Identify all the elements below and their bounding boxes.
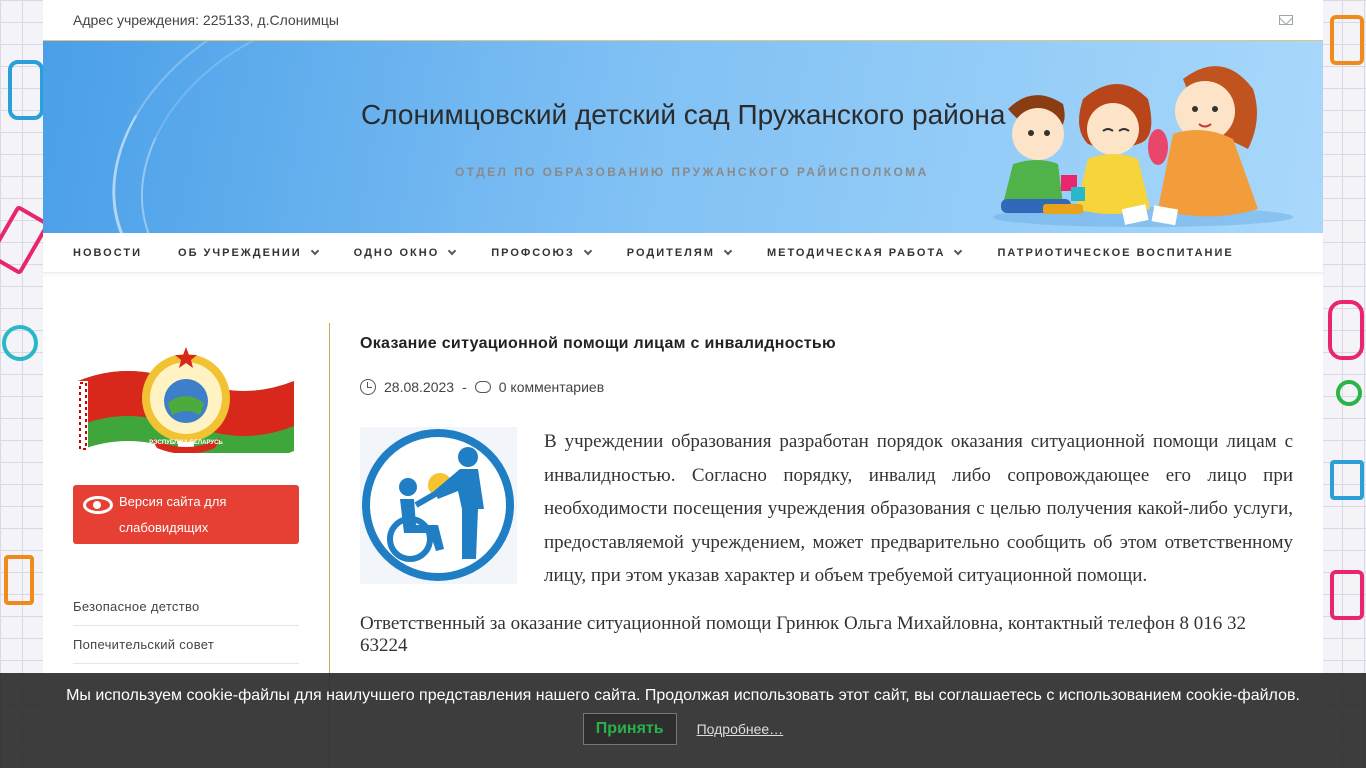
- nav-item-label: МЕТОДИЧЕСКАЯ РАБОТА: [766, 246, 946, 259]
- site-description: ОТДЕЛ ПО ОБРАЗОВАНИЮ ПРУЖАНСКОГО РАЙИСПО…: [455, 165, 929, 179]
- site-title[interactable]: Слонимцовский детский сад Пружанского ра…: [361, 99, 1005, 131]
- decor-doodle: [4, 555, 34, 605]
- sidebar: РЭСПУБЛІКА БЕЛАРУСЬ Версия сайта для сла…: [73, 323, 299, 664]
- cookie-banner: Мы используем cookie-файлы для наилучшег…: [0, 673, 1366, 768]
- sidebar-links: Безопасное детство Попечительский совет: [73, 588, 299, 664]
- chevron-down-icon: [583, 246, 593, 255]
- cookie-text: Мы используем cookie-файлы для наилучшег…: [66, 687, 1300, 704]
- chevron-down-icon: [954, 246, 963, 255]
- accessibility-assistance-image: [360, 427, 517, 584]
- nav-item-news[interactable]: НОВОСТИ: [73, 247, 142, 259]
- nav-item-label: ПРОФСОЮЗ: [491, 246, 575, 259]
- belarus-emblem-logo[interactable]: РЭСПУБЛІКА БЕЛАРУСЬ: [73, 343, 299, 461]
- header-swirl: [91, 41, 555, 233]
- cookie-actions: Принять Подробнее…: [0, 713, 1366, 745]
- decor-doodle: [1328, 300, 1364, 360]
- visually-impaired-label: Версия сайта для слабовидящих: [119, 493, 227, 535]
- sidebar-link-safe-childhood[interactable]: Безопасное детство: [73, 588, 299, 626]
- responsible-person-text: Ответственный за оказание ситуационной п…: [360, 612, 1246, 656]
- decor-doodle: [8, 60, 44, 120]
- nav-item-patriotic-education[interactable]: ПАТРИОТИЧЕСКОЕ ВОСПИТАНИЕ: [997, 247, 1233, 259]
- emblem-text: РЭСПУБЛІКА БЕЛАРУСЬ: [149, 440, 223, 446]
- visually-impaired-version-button[interactable]: Версия сайта для слабовидящих: [73, 485, 299, 544]
- chevron-down-icon: [448, 246, 457, 255]
- nav-item-label: РОДИТЕЛЯМ: [626, 246, 715, 259]
- top-bar: Адрес учреждения: 225133, д.Слонимцы: [43, 0, 1323, 41]
- decor-doodle: [1336, 380, 1362, 406]
- nav-item-label: ПАТРИОТИЧЕСКОЕ ВОСПИТАНИЕ: [997, 246, 1234, 259]
- nav-item-methodical-work[interactable]: МЕТОДИЧЕСКАЯ РАБОТА: [766, 246, 963, 259]
- meta-separator: -: [462, 379, 467, 395]
- site-header: Слонимцовский детский сад Пружанского ра…: [43, 41, 1323, 233]
- nav-item-trade-union[interactable]: ПРОФСОЮЗ: [491, 246, 593, 259]
- main-navigation: НОВОСТИ ОБ УЧРЕЖДЕНИИ ОДНО ОКНО ПРОФСОЮЗ…: [43, 233, 1323, 273]
- nav-item-label: ОДНО ОКНО: [353, 246, 440, 259]
- eye-icon: [83, 495, 113, 514]
- post-meta: 28.08.2023 - 0 комментариев: [360, 379, 1293, 395]
- decor-doodle: [1330, 460, 1364, 500]
- mail-icon[interactable]: [1279, 15, 1293, 25]
- decor-doodle: [1330, 570, 1364, 620]
- nav-item-about[interactable]: ОБ УЧРЕЖДЕНИИ: [178, 246, 319, 259]
- address-text: Адрес учреждения: 225133, д.Слонимцы: [73, 12, 339, 28]
- post-paragraph: В учреждении образования разработан поря…: [544, 431, 1293, 587]
- nav-item-one-window[interactable]: ОДНО ОКНО: [353, 246, 457, 259]
- nav-item-parents[interactable]: РОДИТЕЛЯМ: [626, 246, 733, 259]
- nav-item-label: НОВОСТИ: [73, 246, 143, 259]
- nav-item-label: ОБ УЧРЕЖДЕНИИ: [178, 246, 302, 259]
- post-content: Оказание ситуационной помощи лицам с инв…: [360, 323, 1293, 657]
- decor-doodle: [1330, 15, 1364, 65]
- post-title[interactable]: Оказание ситуационной помощи лицам с инв…: [360, 335, 1293, 353]
- chevron-down-icon: [723, 246, 733, 255]
- kids-illustration: [993, 66, 1293, 227]
- chevron-down-icon: [310, 246, 319, 255]
- post-date: 28.08.2023: [384, 379, 455, 395]
- sidebar-link-board-of-trustees[interactable]: Попечительский совет: [73, 626, 299, 664]
- post-body: В учреждении образования разработан поря…: [360, 425, 1293, 593]
- comment-icon: [474, 381, 491, 393]
- comments-link[interactable]: 0 комментариев: [499, 379, 604, 395]
- decor-doodle: [2, 325, 38, 361]
- clock-icon: [360, 379, 376, 395]
- cookie-more-link[interactable]: Подробнее…: [697, 721, 784, 737]
- accept-cookies-button[interactable]: Принять: [582, 713, 677, 745]
- page-wrapper: Адрес учреждения: 225133, д.Слонимцы Сло…: [43, 0, 1323, 768]
